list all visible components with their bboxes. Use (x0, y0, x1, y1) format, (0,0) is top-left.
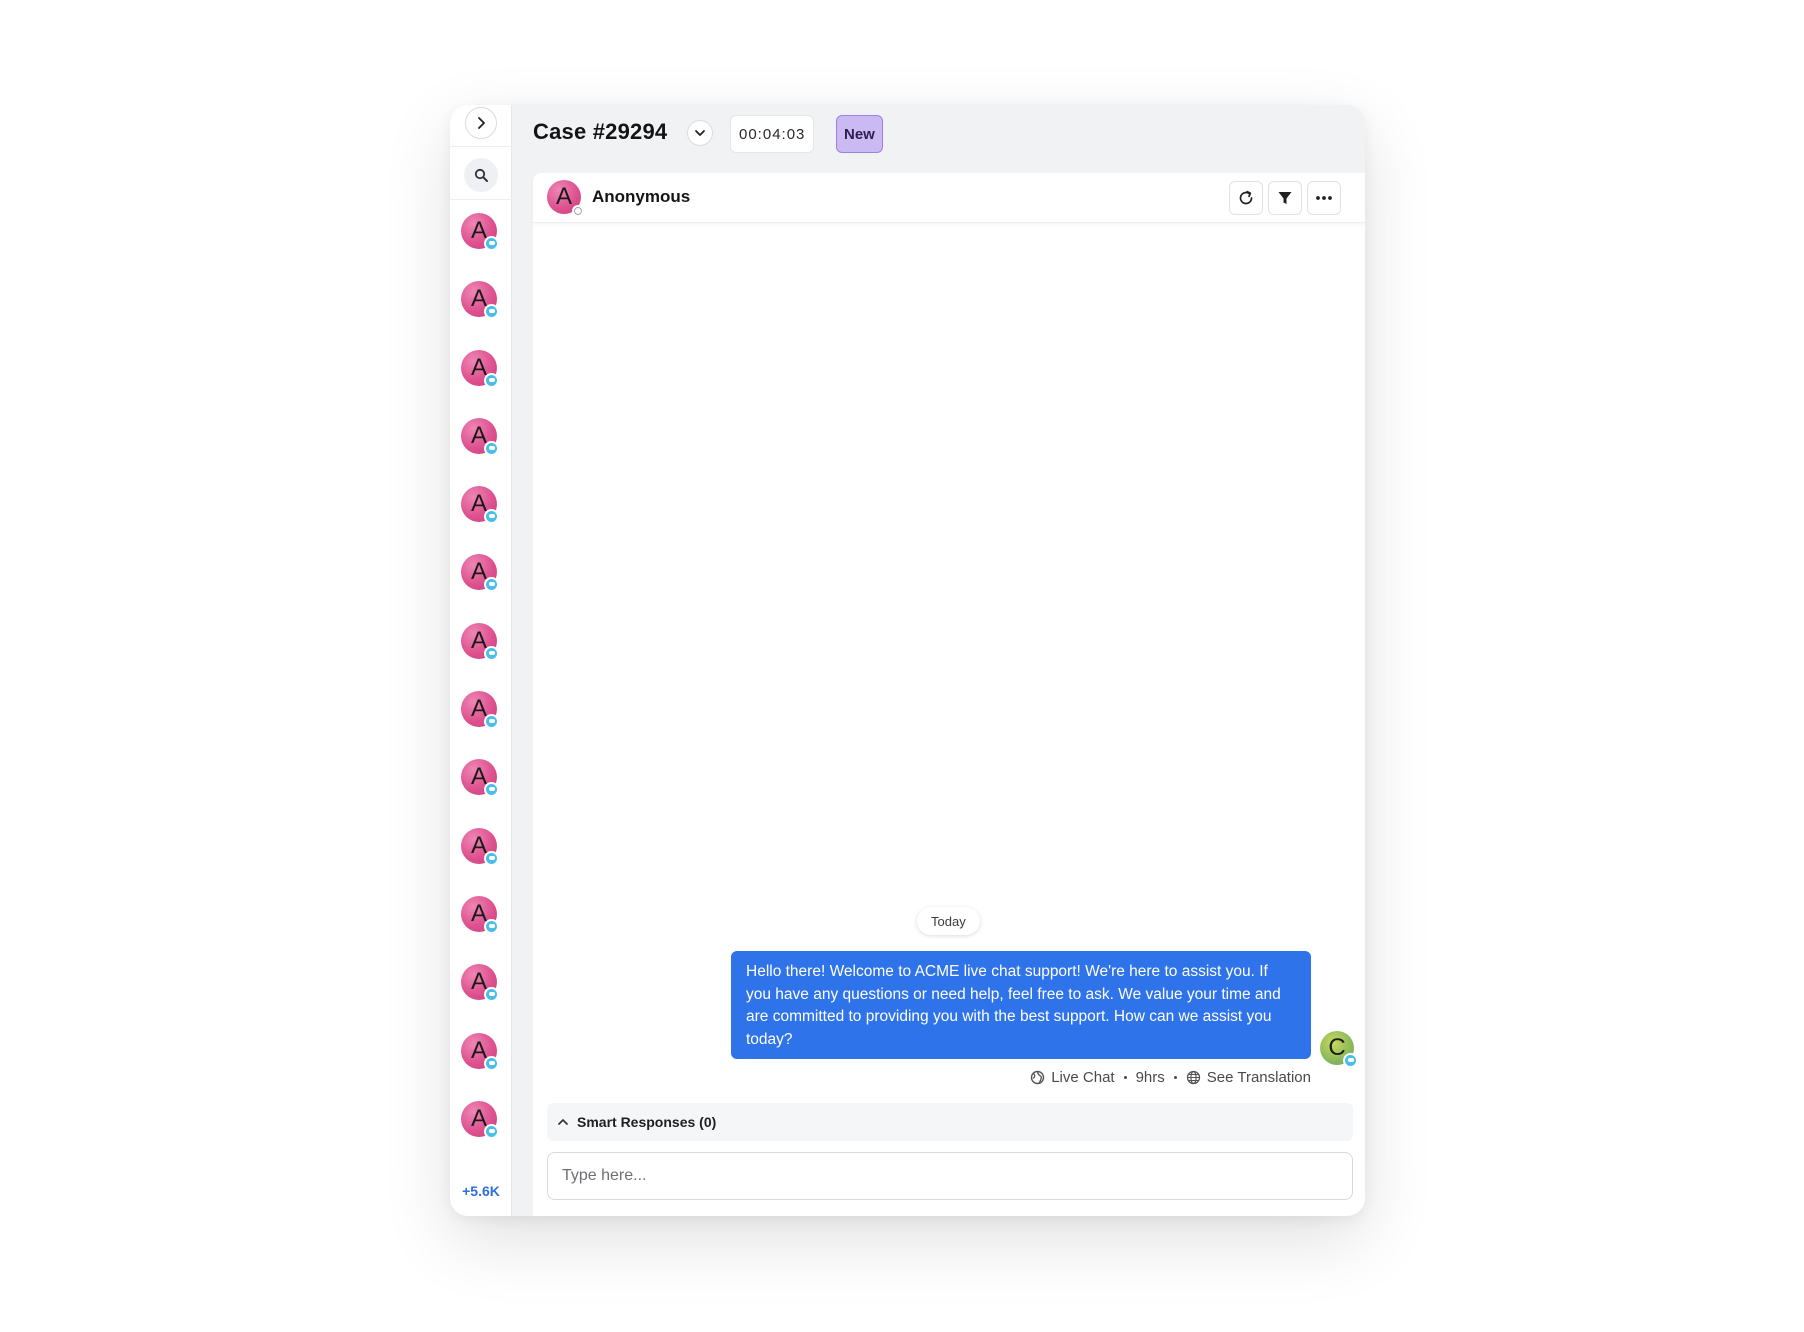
case-timer: 00:04:03 (730, 115, 815, 153)
more-conversations-link[interactable]: +5.6K (450, 1183, 512, 1199)
conversation-item[interactable]: A (450, 486, 512, 554)
filter-icon (1278, 192, 1292, 204)
chat-bubble-icon (484, 372, 499, 388)
case-window: AAAAAAAAAAAAAA +5.6K Case #29294 00:04:0… (450, 105, 1365, 1216)
chat-bubble-icon (484, 1055, 499, 1071)
chat-bubble-icon (484, 714, 499, 730)
divider (450, 199, 512, 200)
search-button[interactable] (464, 158, 498, 192)
day-separator: Today (917, 907, 980, 935)
refresh-icon (1239, 190, 1253, 205)
conversation-item[interactable]: A (450, 281, 512, 349)
chat-bubble-icon (484, 236, 499, 251)
conversation-item[interactable]: A (450, 622, 512, 691)
divider (450, 146, 512, 147)
chevron-right-icon (478, 117, 485, 129)
more-icon (1316, 196, 1332, 200)
conversation-item[interactable]: A (450, 895, 512, 964)
presence-indicator (572, 205, 584, 217)
filter-button[interactable] (1268, 181, 1302, 215)
conversation-item[interactable]: A (450, 1100, 512, 1169)
channel-label: Live Chat (1051, 1069, 1115, 1086)
chat-bubble-icon (484, 918, 499, 934)
separator-dot (1123, 1076, 1127, 1079)
chat-bubble-icon (484, 987, 499, 1003)
conversation-list: AAAAAAAAAAAAAA (450, 213, 512, 1169)
conversation-item[interactable]: A (450, 349, 512, 418)
more-options-button[interactable] (1307, 181, 1341, 215)
chat-bubble-icon (1343, 1053, 1358, 1068)
search-icon (474, 168, 488, 182)
contact-name[interactable]: Anonymous (592, 187, 690, 207)
see-translation-link[interactable]: See Translation (1207, 1069, 1311, 1086)
conversation-header: A Anonymous (533, 173, 1365, 223)
chat-bubble-icon (484, 1123, 499, 1139)
message-meta: Live Chat 9hrs See Translation (1030, 1069, 1311, 1086)
conversation-item[interactable]: A (450, 1032, 512, 1101)
case-header: Case #29294 00:04:03 New (512, 105, 1365, 165)
conversation-item[interactable]: A (450, 691, 512, 759)
message-input[interactable] (547, 1152, 1353, 1200)
chat-bubble-icon (484, 645, 499, 661)
contact-initial: A (555, 183, 572, 210)
conversation-item[interactable]: A (450, 964, 512, 1032)
expand-rail-button[interactable] (465, 107, 497, 139)
separator-dot (1173, 1076, 1177, 1079)
chat-bubble-icon (484, 850, 499, 866)
smart-responses-label: Smart Responses (0) (577, 1114, 717, 1130)
chat-bubble-icon (484, 509, 499, 525)
case-title: Case #29294 (533, 119, 668, 144)
chat-bubble-icon (484, 304, 499, 320)
conversation-item[interactable]: A (450, 759, 512, 827)
translate-icon (1186, 1070, 1200, 1085)
chat-bubble-icon (484, 577, 499, 593)
globe-icon (1031, 1070, 1045, 1085)
status-badge[interactable]: New (836, 115, 883, 153)
conversation-item[interactable]: A (450, 827, 512, 896)
refresh-button[interactable] (1229, 181, 1263, 215)
case-dropdown-button[interactable] (687, 120, 713, 146)
conversation-item[interactable]: A (450, 554, 512, 622)
message-age: 9hrs (1135, 1069, 1165, 1086)
chat-panel: A Anonymous Today Hello there! Welcome t… (533, 173, 1365, 1216)
conversation-item[interactable]: A (450, 213, 512, 281)
chevron-up-icon (558, 1119, 568, 1125)
chat-bubble-icon (484, 782, 499, 798)
conversation-item[interactable]: A (450, 417, 512, 486)
message-bubble[interactable]: Hello there! Welcome to ACME live chat s… (731, 951, 1311, 1059)
smart-responses-toggle[interactable]: Smart Responses (0) (547, 1103, 1353, 1141)
chat-bubble-icon (484, 440, 499, 456)
chevron-down-icon (695, 130, 705, 136)
conversation-rail: AAAAAAAAAAAAAA +5.6K (450, 105, 512, 1216)
